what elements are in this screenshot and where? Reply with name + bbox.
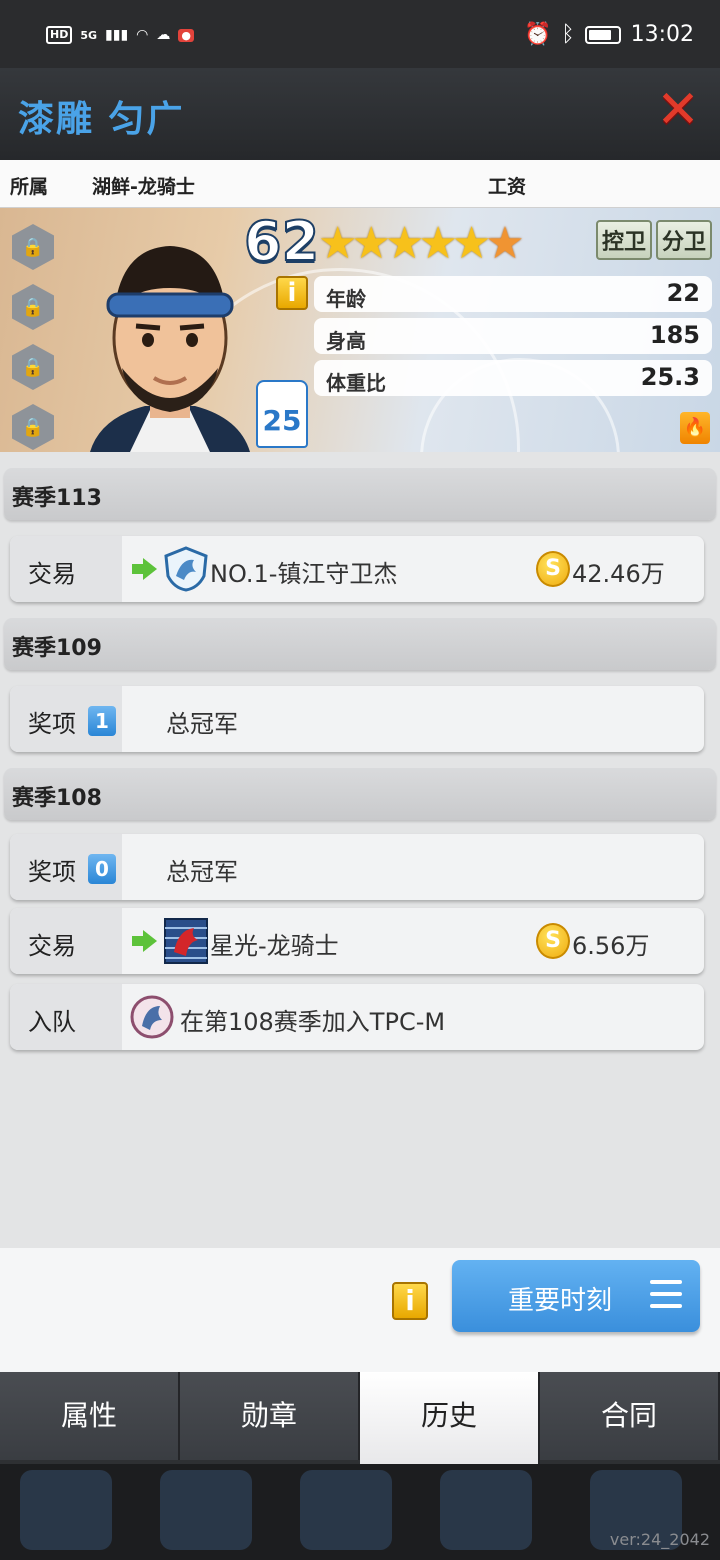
signal-icon: ▮▮▮ [105,27,129,43]
affiliation-label: 所属 [10,176,49,198]
stat-value: 22 [666,279,700,307]
app-icon: ● [178,28,194,42]
position-tag: 分卫 [655,220,712,260]
cloud-icon: ☁ [156,27,171,43]
moments-label: 重要时刻 [508,1286,613,1316]
action-bar: i 重要时刻 [0,1248,720,1372]
award-count-badge: 0 [88,854,116,884]
info-icon[interactable]: i [392,1282,428,1320]
season-header: 赛季113 [4,468,716,520]
award-count-badge: 1 [88,706,116,736]
tab-contract[interactable]: 合同 [540,1372,720,1460]
version-label: ver:24_2042 [609,1530,710,1549]
nav-item-icon[interactable] [20,1470,112,1550]
history-entry-award[interactable]: 奖项 0 总冠军 [10,834,704,900]
stat-label: 年龄 [326,287,366,311]
important-moments-button[interactable]: 重要时刻 [452,1260,700,1332]
trade-team: NO.1-镇江守卫杰 [210,560,398,588]
star-icon: ★ [318,218,358,269]
nav-item-icon[interactable] [160,1470,252,1550]
entry-type: 奖项 [28,858,76,886]
stat-label: 身高 [326,329,366,353]
team-row: 所属 湖鲜-龙骑士 工资 [0,160,720,208]
team-logo-icon [164,918,208,964]
star-icon: ★ [418,218,458,269]
status-right: ⏰ ᛒ 13:02 [524,22,694,47]
jersey-number: 25 [256,380,308,448]
stat-age: 年龄 22 [314,276,712,312]
nav-item-icon[interactable] [300,1470,392,1550]
season-header: 赛季109 [4,618,716,670]
history-entry-trade[interactable]: 交易 NO.1-镇江守卫杰 S 42.46万 [10,536,704,602]
season-label: 赛季113 [12,486,102,511]
award-title: 总冠军 [166,710,238,738]
clock: 13:02 [630,22,694,47]
stat-weight-ratio: 体重比 25.3 [314,360,712,396]
stat-height: 身高 185 [314,318,712,354]
bluetooth-icon: ᛒ [561,22,575,47]
coin-icon: S [536,551,570,587]
stat-label: 体重比 [326,371,386,395]
network-label: 5G [80,28,98,42]
skill-slots: 🔒 🔒 🔒 🔒 [12,224,54,450]
star-rating: ★ ★ ★ ★ ★ ★ [318,218,525,269]
award-title: 总冠军 [166,858,238,886]
position-tag: 控卫 [595,220,652,260]
battery-icon [584,25,621,44]
history-entry-join[interactable]: 入队 在第108赛季加入TPC-M [10,984,704,1050]
trade-fee: 6.56万 [572,932,650,960]
tab-medals[interactable]: 勋章 [180,1372,360,1460]
season-label: 赛季108 [12,786,102,811]
join-text: 在第108赛季加入TPC-M [180,1008,446,1036]
star-icon: ★ [351,218,391,269]
history-entry-trade[interactable]: 交易 星光-龙骑士 S 6.56万 [10,908,704,974]
star-icon: ★ [384,218,425,269]
info-icon[interactable]: i [276,276,308,310]
trade-team: 星光-龙骑士 [210,932,339,960]
entry-type: 奖项 [28,710,76,738]
salary-label: 工资 [488,176,527,198]
tab-history[interactable]: 历史 [360,1372,540,1464]
entry-type: 入队 [28,1008,76,1036]
menu-icon [650,1280,682,1310]
hd-icon: HD [46,26,73,44]
star-icon: ★ [485,218,525,269]
team-logo-icon [130,995,174,1039]
wifi-icon: ◠ [136,27,149,43]
lock-icon[interactable]: 🔒 [12,284,54,330]
lock-icon[interactable]: 🔒 [12,404,54,450]
player-card: 🔒 🔒 🔒 🔒 25 62 ★ ★ ★ ★ ★ ★ 控卫 分卫 i 年龄 22 … [0,208,720,452]
player-rating: 62 [243,209,320,274]
close-icon[interactable]: ✕ [656,84,700,136]
stat-value: 185 [649,321,700,349]
position-tags: 控卫 分卫 [595,220,712,260]
player-name: 漆雕 匀广 [18,99,185,140]
entry-type: 交易 [28,560,76,588]
star-icon: ★ [451,218,492,269]
arrow-right-icon [132,930,158,952]
fire-icon[interactable]: 🔥 [680,412,710,444]
lock-icon[interactable]: 🔒 [12,224,54,270]
season-label: 赛季109 [12,636,102,661]
tab-attributes[interactable]: 属性 [0,1372,180,1460]
history-list: 赛季113 交易 NO.1-镇江守卫杰 S 42.46万 赛季109 奖项 1 … [0,452,720,1248]
team-logo-icon [164,546,208,592]
status-left: HD 5G ▮▮▮ ◠ ☁ ● [46,26,194,44]
history-entry-award[interactable]: 奖项 1 总冠军 [10,686,704,752]
alarm-icon: ⏰ [523,22,552,47]
arrow-right-icon [132,558,158,580]
header: 漆雕 匀广 ✕ [0,68,720,160]
stat-value: 25.3 [640,363,700,391]
status-bar: HD 5G ▮▮▮ ◠ ☁ ● ⏰ ᛒ 13:02 [0,0,720,68]
season-header: 赛季108 [4,768,716,820]
trade-fee: 42.46万 [572,560,665,588]
lock-icon[interactable]: 🔒 [12,344,54,390]
coin-icon: S [536,923,570,959]
entry-type: 交易 [28,932,76,960]
tab-bar: 属性 勋章 历史 合同 [0,1372,720,1464]
nav-item-icon[interactable] [440,1470,532,1550]
team-name: 湖鲜-龙骑士 [92,176,195,198]
